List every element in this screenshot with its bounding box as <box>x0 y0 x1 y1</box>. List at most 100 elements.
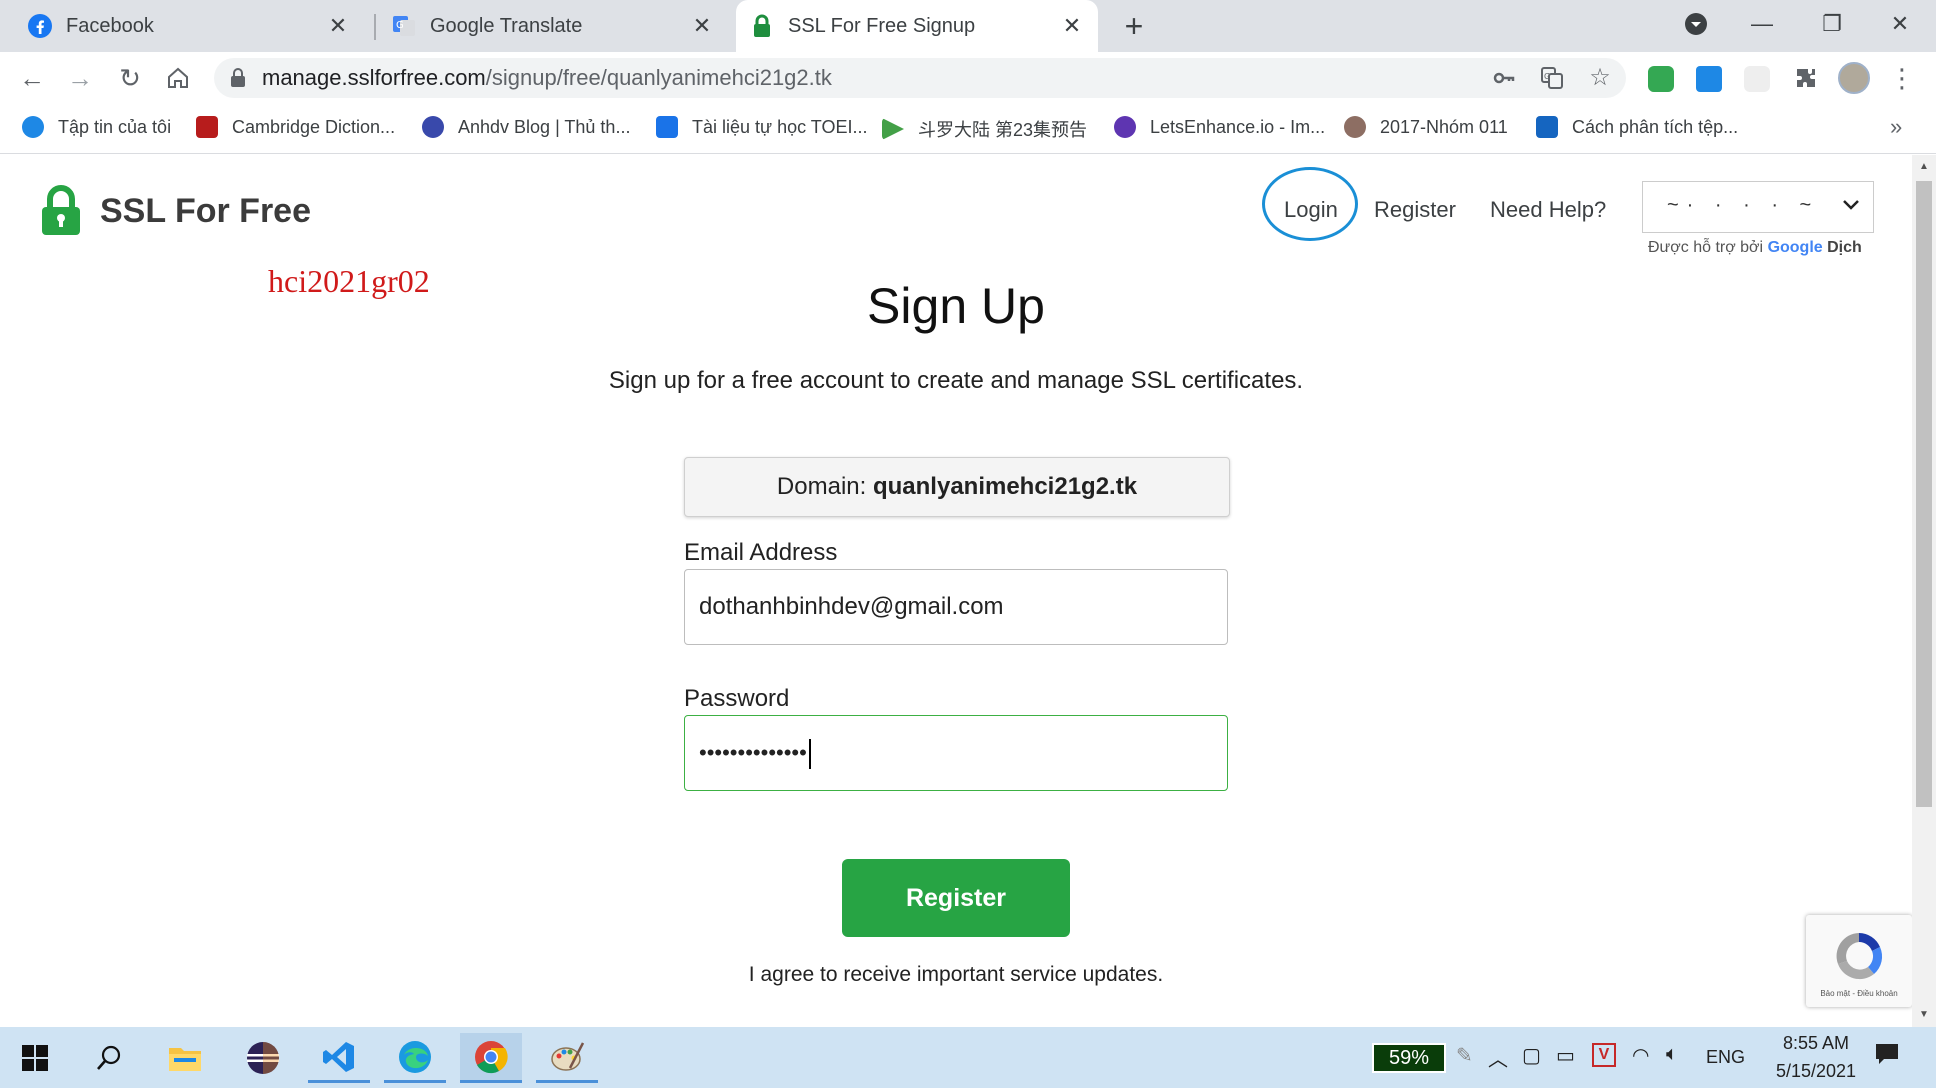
key-icon[interactable] <box>1490 64 1518 92</box>
google-docs-icon <box>656 116 678 138</box>
translate-link[interactable]: Dịch <box>1827 239 1862 256</box>
battery-icon[interactable]: ▭ <box>1556 1043 1575 1068</box>
start-button[interactable] <box>4 1033 66 1083</box>
chrome-menu-button[interactable]: ⋮ <box>1884 60 1920 96</box>
language-select-value: ~· · · · ~ <box>1667 194 1820 216</box>
tab-google-translate[interactable]: G Google Translate ✕ <box>378 0 728 52</box>
address-bar[interactable]: manage.sslforfree.com/signup/free/quanly… <box>214 58 1626 98</box>
chrome-icon <box>475 1040 508 1073</box>
tab-search-button[interactable] <box>1676 6 1716 42</box>
translate-page-icon[interactable]: G <box>1538 64 1566 92</box>
scroll-thumb[interactable] <box>1916 181 1932 807</box>
chevron-down-circle-icon <box>1685 13 1707 35</box>
recaptcha-icon <box>1836 933 1883 980</box>
bookmarks-overflow-icon[interactable]: » <box>1890 114 1902 140</box>
bookmark-item[interactable]: Cách phân tích tệp... <box>1536 116 1738 138</box>
paint-palette-icon <box>551 1041 584 1071</box>
tab-separator <box>374 14 376 40</box>
scroll-up-arrow[interactable]: ▲ <box>1916 161 1932 172</box>
recaptcha-footer[interactable]: Bảo mật - Điều khoản <box>1806 989 1912 998</box>
bookmark-item[interactable]: LetsEnhance.io - Im... <box>1114 116 1325 138</box>
back-button[interactable]: ← <box>14 60 50 96</box>
powered-by-text: Được hỗ trợ bởi <box>1648 239 1764 256</box>
input-language-indicator[interactable]: ENG <box>1706 1047 1745 1068</box>
extensions-puzzle-icon[interactable] <box>1788 60 1824 96</box>
bookmark-item[interactable]: 斗罗大陆 第23集预告 <box>882 116 1087 142</box>
bookmark-label: Anhdv Blog | Thủ th... <box>458 116 631 137</box>
scroll-down-arrow[interactable]: ▼ <box>1916 1009 1932 1020</box>
bookmark-item[interactable]: 2017-Nhóm 011 <box>1344 116 1508 138</box>
page-scrollbar[interactable]: ▲ ▼ <box>1912 155 1936 1027</box>
close-tab-icon[interactable]: ✕ <box>690 13 714 39</box>
minimize-button[interactable]: — <box>1742 6 1782 42</box>
domain-label: Domain: <box>776 473 867 500</box>
extension-grammar-icon[interactable] <box>1648 66 1674 92</box>
folder-icon <box>169 1048 201 1071</box>
bookmark-item[interactable]: Tài liệu tự học TOEI... <box>656 116 867 138</box>
password-label: Password <box>684 685 790 712</box>
close-tab-icon[interactable]: ✕ <box>1060 13 1084 39</box>
email-field[interactable]: dothanhbinhdev@gmail.com <box>684 569 1228 645</box>
paint-button[interactable] <box>536 1033 598 1083</box>
meet-now-icon[interactable]: ▢ <box>1522 1043 1541 1068</box>
google-logo-text[interactable]: Google <box>1768 239 1823 256</box>
home-icon <box>168 67 188 88</box>
extension-blank-icon[interactable] <box>1744 66 1770 92</box>
tab-strip: Facebook ✕ G Google Translate ✕ SSL For … <box>0 0 1936 52</box>
show-hidden-icons-chevron[interactable]: ︿ <box>1488 1043 1508 1072</box>
home-button[interactable] <box>160 60 196 96</box>
extension-drop-icon[interactable] <box>1696 66 1722 92</box>
nav-help-link[interactable]: Need Help? <box>1490 197 1606 223</box>
eclipse-icon <box>247 1042 279 1074</box>
wifi-icon[interactable]: ◠ <box>1632 1043 1649 1068</box>
pen-icon[interactable]: ✎ <box>1456 1043 1473 1068</box>
register-button[interactable]: Register <box>842 859 1070 937</box>
bookmark-item[interactable]: Anhdv Blog | Thủ th... <box>422 116 630 138</box>
close-tab-icon[interactable]: ✕ <box>326 13 350 39</box>
volume-icon[interactable]: 🔈︎ <box>1666 1043 1678 1066</box>
chrome-button[interactable] <box>460 1033 522 1083</box>
profile-avatar[interactable] <box>1838 62 1870 94</box>
bookmark-label: LetsEnhance.io - Im... <box>1150 116 1326 137</box>
nav-login-link[interactable]: Login <box>1284 197 1338 223</box>
file-explorer-button[interactable] <box>154 1033 216 1083</box>
google-translate-icon: G <box>393 16 415 36</box>
restore-button[interactable]: ❐ <box>1812 6 1852 42</box>
forward-button[interactable]: → <box>62 60 98 96</box>
bookmark-label: Cambridge Diction... <box>232 116 396 137</box>
email-field-value: dothanhbinhdev@gmail.com <box>699 593 1004 620</box>
padlock-icon[interactable] <box>230 68 246 88</box>
url-text[interactable]: manage.sslforfree.com/signup/free/quanly… <box>262 65 832 91</box>
domain-value: quanlyanimehci21g2.tk <box>872 473 1138 500</box>
search-icon <box>97 1045 121 1070</box>
reload-button[interactable]: ↻ <box>112 60 148 96</box>
bookmark-label: 斗罗大陆 第23集预告 <box>918 120 1088 140</box>
clock-time[interactable]: 8:55 AM <box>1756 1033 1876 1054</box>
battery-percentage[interactable]: 59% <box>1372 1043 1446 1073</box>
email-label: Email Address <box>684 539 838 566</box>
new-tab-button[interactable]: + <box>1118 8 1150 45</box>
close-window-button[interactable]: ✕ <box>1880 6 1920 42</box>
text-caret <box>808 738 811 769</box>
bookmarks-bar: Tập tin của tôi Cambridge Diction... Anh… <box>0 104 1936 154</box>
eclipse-button[interactable] <box>232 1033 294 1083</box>
language-select[interactable]: ~· · · · ~ <box>1642 181 1874 233</box>
search-button[interactable] <box>78 1033 140 1083</box>
vscode-button[interactable] <box>308 1033 370 1083</box>
bookmark-item[interactable]: Cambridge Diction... <box>196 116 395 138</box>
tab-facebook[interactable]: Facebook ✕ <box>14 0 364 52</box>
vietkey-icon[interactable]: V <box>1592 1043 1616 1067</box>
vscode-icon <box>323 1041 354 1072</box>
bookmark-item[interactable]: Tập tin của tôi <box>22 116 171 138</box>
recaptcha-badge[interactable]: Bảo mật - Điều khoản <box>1806 915 1912 1007</box>
notification-center-icon[interactable] <box>1874 1041 1900 1073</box>
site-logo[interactable]: SSL For Free <box>40 185 311 237</box>
tab-title: Facebook <box>66 14 154 37</box>
svg-text:G: G <box>396 20 404 31</box>
bookmark-star-icon[interactable]: ☆ <box>1586 64 1614 92</box>
edge-button[interactable] <box>384 1033 446 1083</box>
password-field[interactable]: •••••••••••••• <box>684 715 1228 791</box>
nav-register-link[interactable]: Register <box>1374 197 1456 223</box>
clock-date[interactable]: 5/15/2021 <box>1756 1061 1876 1082</box>
tab-ssl-for-free-signup[interactable]: SSL For Free Signup ✕ <box>736 0 1098 52</box>
